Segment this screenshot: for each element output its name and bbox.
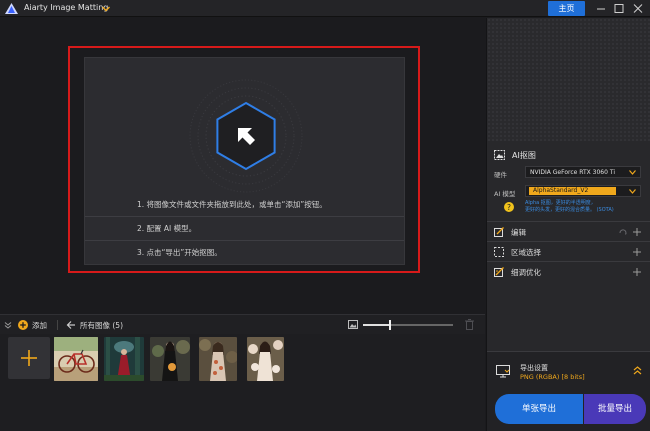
refine-icon <box>494 267 504 277</box>
undo-icon[interactable] <box>619 228 627 236</box>
drop-zone[interactable]: 1. 将图像文件或文件夹拖放到此处，或单击“添加”按钮。 2. 配置 AI 模型… <box>84 57 405 265</box>
refine-label: 细调优化 <box>511 268 541 277</box>
region-select-section[interactable]: 区域选择 <box>487 241 650 261</box>
maximize-icon[interactable] <box>612 2 626 15</box>
edit-icon <box>494 227 504 237</box>
chevron-down-icon <box>629 170 636 175</box>
ai-matting-title: AI抠图 <box>512 151 536 160</box>
ai-model-value: AlphaStandard_V2 <box>529 187 616 195</box>
divider <box>57 320 58 330</box>
chevron-down-icon <box>629 189 636 194</box>
plus-icon <box>21 350 37 366</box>
instruction-step-1: 1. 将图像文件或文件夹拖放到此处，或单击“添加”按钮。 <box>137 200 327 209</box>
divider <box>85 240 404 241</box>
settings-panel: AI抠图 硬件 NVIDIA GeForce RTX 3060 Ti AI 模型… <box>486 18 650 431</box>
arrow-left-icon[interactable] <box>66 320 76 330</box>
export-format[interactable]: PNG (RGBA) [8 bits] <box>520 373 585 381</box>
image-thumbnail-woman-floral[interactable] <box>199 337 237 381</box>
expand-plus-icon[interactable] <box>633 268 641 276</box>
zoom-slider-fill <box>363 324 390 326</box>
refine-section[interactable]: 细调优化 <box>487 261 650 281</box>
image-gallery <box>0 334 485 431</box>
gallery-toolbar: 添加 所有图像 (5) <box>0 314 485 334</box>
expand-plus-icon[interactable] <box>633 248 641 256</box>
drop-zone-highlight: 1. 将图像文件或文件夹拖放到此处，或单击“添加”按钮。 2. 配置 AI 模型… <box>68 46 420 273</box>
model-description-line-2: 更好的头发，更好的混合质量。 (SOTA) <box>525 207 614 213</box>
image-size-icon <box>348 320 358 329</box>
hardware-select[interactable]: NVIDIA GeForce RTX 3060 Ti <box>525 166 641 178</box>
help-icon[interactable]: ? <box>504 202 514 212</box>
ai-matting-icon <box>494 150 505 160</box>
add-image-tile[interactable] <box>8 337 50 379</box>
home-button[interactable]: 主页 <box>548 1 585 16</box>
image-thumbnail-forest-woman[interactable] <box>104 337 144 381</box>
export-section: 导出设置 PNG (RGBA) [8 bits] 单张导出 批量导出 <box>487 351 650 431</box>
model-description-line-1: Alpha 抠图，更好的半透明度， <box>525 200 596 206</box>
hardware-value: NVIDIA GeForce RTX 3060 Ti <box>530 169 615 176</box>
image-thumbnail-woman-black-dress[interactable] <box>150 337 190 381</box>
chevron-up-double-icon[interactable] <box>633 366 642 375</box>
region-select-label: 区域选择 <box>511 248 541 257</box>
export-settings-title: 导出设置 <box>520 364 548 372</box>
edit-section[interactable]: 编辑 <box>487 221 650 241</box>
edit-label: 编辑 <box>511 228 526 237</box>
add-circle-icon[interactable] <box>18 320 28 330</box>
collapse-icon[interactable] <box>4 321 12 329</box>
image-thumbnail-bicycle[interactable] <box>54 337 98 381</box>
app-title: Aiarty Image Matting <box>24 3 109 12</box>
ai-matting-section: AI抠图 硬件 NVIDIA GeForce RTX 3060 Ti AI 模型… <box>487 143 650 221</box>
region-select-icon <box>494 247 504 257</box>
hardware-label: 硬件 <box>494 171 507 179</box>
svg-text:?: ? <box>507 203 511 212</box>
divider <box>85 216 404 217</box>
export-settings-icon <box>496 365 510 378</box>
chevron-down-icon[interactable] <box>101 4 111 13</box>
instruction-step-3: 3. 点击“导出”开始抠图。 <box>137 248 222 257</box>
trash-icon[interactable] <box>465 319 474 330</box>
upload-hexagon-icon[interactable] <box>186 76 306 196</box>
single-export-button[interactable]: 单张导出 <box>495 394 583 424</box>
app-logo-icon <box>5 3 18 14</box>
ai-model-select[interactable]: AlphaStandard_V2 <box>525 185 641 197</box>
batch-export-button[interactable]: 批量导出 <box>584 394 646 424</box>
add-button[interactable]: 添加 <box>32 320 47 331</box>
close-icon[interactable] <box>631 2 645 15</box>
minimize-icon[interactable] <box>594 2 608 15</box>
ai-model-description: Alpha 抠图，更好的半透明度， 更好的头发，更好的混合质量。 (SOTA) <box>525 200 647 214</box>
preview-area[interactable]: 1. 将图像文件或文件夹拖放到此处，或单击“添加”按钮。 2. 配置 AI 模型… <box>0 18 485 310</box>
preview-navigator <box>487 18 650 141</box>
image-thumbnail-woman-flowers[interactable] <box>247 337 284 381</box>
all-images-label[interactable]: 所有图像 (5) <box>80 320 123 331</box>
instruction-step-2: 2. 配置 AI 模型。 <box>137 224 197 233</box>
zoom-slider-handle[interactable] <box>389 320 391 330</box>
thumbnail-zoom-slider[interactable] <box>363 320 453 330</box>
ai-model-label: AI 模型 <box>494 190 516 198</box>
expand-plus-icon[interactable] <box>633 228 641 236</box>
title-bar: Aiarty Image Matting 主页 <box>0 0 650 17</box>
